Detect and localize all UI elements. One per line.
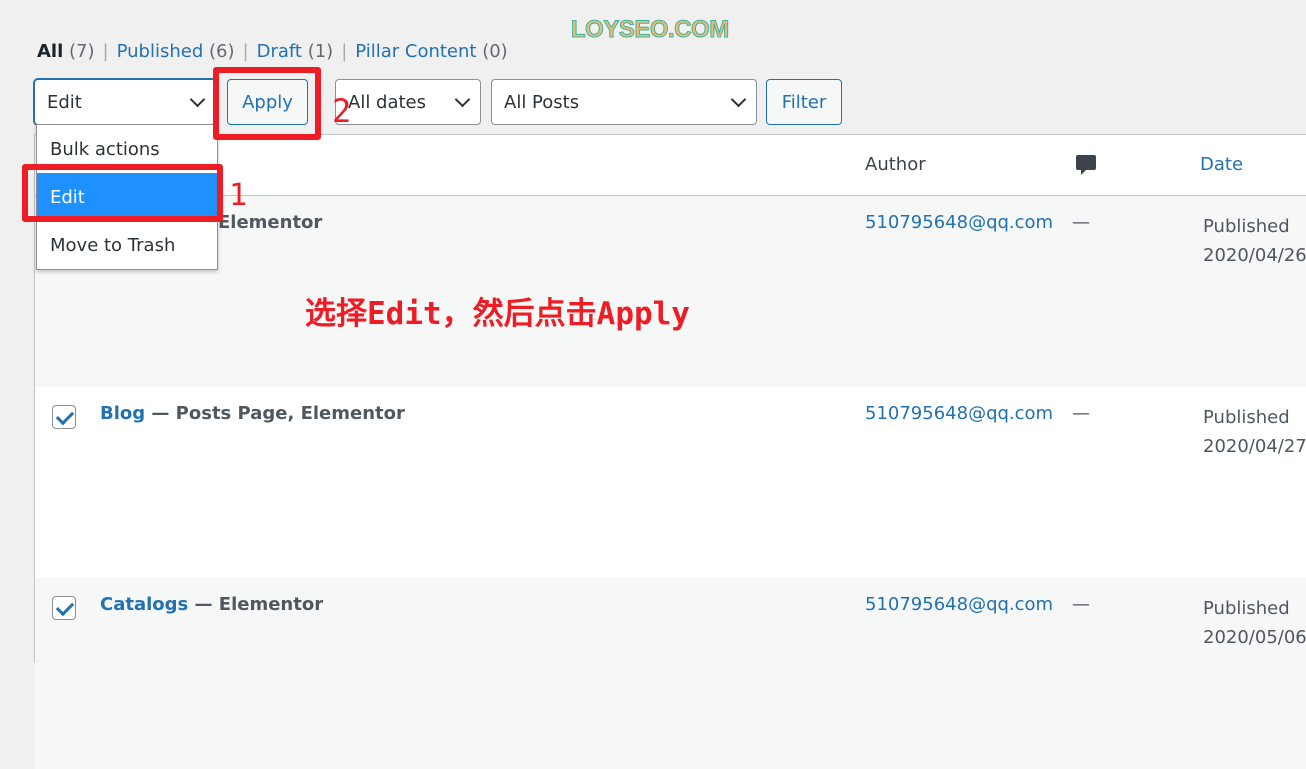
status-filter-links: All (7) | Published (6) | Draft (1) | Pillar C… bbox=[37, 41, 508, 62]
date-value: 2020/04/27 bbox=[1203, 436, 1306, 457]
filter-button[interactable]: Filter bbox=[766, 79, 842, 125]
posts-table: Author Date Elementor 510795648@qq.com —… bbox=[34, 134, 1306, 769]
post-state: — Elementor bbox=[188, 594, 324, 615]
post-title-link[interactable]: Blog bbox=[100, 403, 145, 424]
post-date: Published 2020/05/06 bbox=[1203, 594, 1306, 652]
post-status: Published bbox=[1203, 598, 1290, 619]
filter-count: (1) bbox=[307, 41, 334, 62]
post-title: Blog — Posts Page, Elementor bbox=[100, 403, 405, 424]
author-link[interactable]: 510795648@qq.com bbox=[865, 594, 1053, 615]
annotation-step-1: 1 bbox=[229, 178, 248, 213]
table-row: Catalogs — Elementor 510795648@qq.com — … bbox=[35, 578, 1306, 769]
post-status: Published bbox=[1203, 407, 1290, 428]
dates-select[interactable]: All dates bbox=[335, 79, 481, 125]
table-header: Author Date bbox=[35, 135, 1306, 196]
separator: | bbox=[341, 41, 348, 62]
post-date: Published 2020/04/27 bbox=[1203, 403, 1306, 461]
filter-published[interactable]: Published bbox=[117, 41, 204, 62]
post-title-link[interactable]: Catalogs bbox=[100, 594, 188, 615]
filter-count: (7) bbox=[69, 41, 95, 62]
date-value: 2020/05/06 bbox=[1203, 627, 1306, 648]
chevron-down-icon bbox=[189, 91, 206, 107]
filter-pillar-content[interactable]: Pillar Content bbox=[355, 41, 476, 62]
author-link[interactable]: 510795648@qq.com bbox=[865, 403, 1053, 424]
annotation-box-edit bbox=[22, 164, 223, 222]
post-type-select[interactable]: All Posts bbox=[491, 79, 757, 125]
filter-all[interactable]: All bbox=[37, 41, 63, 62]
separator: | bbox=[102, 41, 109, 62]
dates-value: All dates bbox=[348, 91, 427, 113]
annotation-box-apply bbox=[213, 67, 321, 140]
post-title: Catalogs — Elementor bbox=[100, 594, 323, 615]
bulk-actions-select[interactable]: Edit bbox=[34, 79, 216, 125]
table-row: Blog — Posts Page, Elementor 510795648@q… bbox=[35, 387, 1306, 578]
watermark-logo: LOYSEO.COM bbox=[571, 16, 730, 44]
filter-draft[interactable]: Draft bbox=[257, 41, 302, 62]
bulk-actions-value: Edit bbox=[47, 91, 82, 113]
chevron-down-icon bbox=[730, 91, 747, 107]
separator: | bbox=[242, 41, 249, 62]
column-author: Author bbox=[865, 154, 926, 175]
post-type-value: All Posts bbox=[504, 91, 580, 113]
post-title: Elementor bbox=[218, 212, 323, 233]
annotation-instruction: 选择Edit，然后点击Apply bbox=[305, 296, 690, 332]
filter-count: (0) bbox=[482, 41, 508, 62]
comment-bubble-icon[interactable] bbox=[1075, 154, 1097, 183]
date-value: 2020/04/26 bbox=[1203, 245, 1306, 266]
post-status: Published bbox=[1203, 216, 1290, 237]
filter-count: (6) bbox=[209, 41, 235, 62]
comment-count: — bbox=[1072, 594, 1090, 615]
chevron-down-icon bbox=[454, 91, 471, 107]
row-checkbox[interactable] bbox=[52, 596, 76, 620]
annotation-step-2: 2 bbox=[332, 92, 352, 130]
post-date: Published 2020/04/26 bbox=[1203, 212, 1306, 270]
column-date[interactable]: Date bbox=[1200, 154, 1243, 175]
comment-count: — bbox=[1072, 403, 1090, 424]
option-move-to-trash[interactable]: Move to Trash bbox=[37, 221, 217, 269]
row-checkbox[interactable] bbox=[52, 405, 76, 429]
post-state: — Posts Page, Elementor bbox=[145, 403, 405, 424]
comment-count: — bbox=[1072, 212, 1090, 233]
author-link[interactable]: 510795648@qq.com bbox=[865, 212, 1053, 233]
